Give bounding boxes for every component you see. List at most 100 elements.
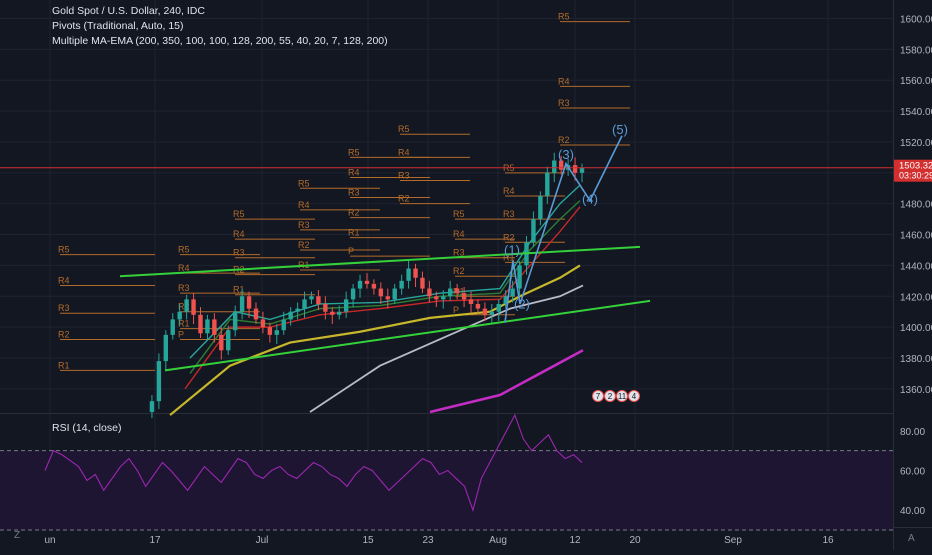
candle-body (392, 288, 397, 300)
price-tick-label: 1580.00 (900, 45, 932, 56)
event-badge-label: 11 (618, 392, 627, 401)
pivot-label: P (453, 305, 459, 315)
candle-body (552, 160, 557, 173)
price-tick-label: 1540.00 (900, 107, 932, 118)
price-tick-label: 1560.00 (900, 76, 932, 87)
pivot-label: R2 (398, 194, 410, 204)
time-tick-label: 20 (629, 535, 641, 546)
time-tick-label: 23 (422, 535, 434, 546)
candle-body (302, 299, 307, 309)
pivot-label: R3 (348, 188, 360, 198)
candle-body (357, 280, 363, 289)
rsi-indicator-label[interactable]: RSI (14, close) (52, 422, 121, 434)
candle-body (316, 296, 321, 304)
price-axis-border (893, 0, 894, 550)
wave-label: (3) (558, 147, 574, 162)
candle-body (274, 330, 279, 335)
pivot-label: R3 (558, 98, 570, 108)
corner-left-label: Z (14, 530, 20, 541)
pivot-label: R2 (558, 135, 570, 145)
candle-body (385, 296, 390, 300)
candle-body (475, 303, 481, 309)
candle-body (579, 168, 585, 173)
pivot-label: P (348, 246, 354, 256)
pivot-label: R1 (58, 360, 70, 370)
event-badge-label: 2 (608, 392, 613, 401)
candle-body (364, 280, 370, 284)
candle-body (461, 293, 467, 300)
event-badge-label: 7 (596, 392, 601, 401)
candle-body (413, 268, 418, 278)
pivot-label: R5 (453, 209, 465, 219)
time-tick-label: Aug (489, 535, 507, 546)
pivot-label: R2 (58, 329, 70, 339)
candle-body (170, 319, 175, 335)
price-tick-label: 1420.00 (900, 292, 932, 303)
price-tick-label: 1400.00 (900, 323, 932, 334)
candle-body (517, 265, 522, 289)
candle-body (232, 311, 238, 331)
candle-body (468, 299, 474, 304)
pivot-label: R4 (398, 147, 410, 157)
pivot-label: R4 (58, 275, 70, 285)
pivot-label: R1 (233, 285, 245, 295)
candle-body (337, 311, 342, 315)
pivot-label: P (178, 329, 184, 339)
event-badge-label: 4 (632, 392, 637, 401)
pivot-label: R5 (178, 245, 190, 255)
candle-body (149, 401, 155, 412)
pivot-label: R3 (298, 220, 310, 230)
price-badge-countdown: 03:30:29 (899, 171, 932, 181)
candle-body (531, 219, 536, 243)
pivot-label: R3 (58, 303, 70, 313)
pane-divider (0, 413, 893, 414)
candle-body (454, 288, 460, 294)
price-tick-label: 1520.00 (900, 138, 932, 149)
candle-body (538, 195, 543, 220)
price-chart-svg[interactable]: R5 R4 R3 R2 R1 P R5 R4 R3 R2 R1 R5 R4 R3 R2 R1 R5 R4 R3 R2 R… (0, 0, 932, 550)
time-tick-label: 12 (569, 535, 581, 546)
candle-body (378, 288, 384, 297)
candle-body (496, 303, 501, 312)
price-tick-label: 1480.00 (900, 200, 932, 211)
pivot-label: R5 (58, 245, 70, 255)
candle-body (267, 327, 273, 335)
wave-label: (5) (612, 122, 628, 137)
pivot-label: R4 (453, 229, 465, 239)
pivot-label: R4 (233, 229, 245, 239)
pivot-label: R3 (233, 248, 245, 258)
candle-body (156, 361, 162, 402)
time-tick-label: 15 (362, 535, 374, 546)
upper-trendline (119, 245, 641, 278)
corner-right-label: A (908, 533, 915, 544)
chart-area[interactable]: R5 R4 R3 R2 R1 P R5 R4 R3 R2 R1 R5 R4 R3 R2 R1 R5 R4 R3 R2 R… (0, 0, 932, 550)
time-tick-label: 16 (822, 535, 834, 546)
pivot-label: R2 (298, 240, 310, 250)
wave-label: (4) (582, 192, 598, 207)
wave-label: (2) (514, 297, 530, 312)
price-tick-label: 1600.00 (900, 15, 932, 26)
pivot-label: R5 (348, 147, 360, 157)
candle-body (288, 311, 293, 320)
time-tick-label: Jul (256, 535, 269, 546)
candle-body (260, 319, 266, 328)
candle-body (545, 172, 550, 196)
rsi-tick-label: 80.00 (900, 427, 925, 438)
candle-body (399, 280, 404, 289)
candle-body (572, 165, 578, 173)
pivot-label: R2 (453, 266, 465, 276)
pivot-label: R3 (398, 171, 410, 181)
pivot-label: R5 (558, 12, 570, 22)
pivot-label: R4 (298, 200, 310, 210)
candle-body (482, 308, 488, 315)
candle-body (406, 268, 411, 281)
candle-body (163, 334, 169, 362)
pivot-label: R5 (298, 178, 310, 188)
candle-body (184, 299, 189, 312)
candle-body (239, 296, 245, 312)
price-tick-label: 1380.00 (900, 354, 932, 365)
pivot-label: R3 (503, 209, 515, 219)
pivot-label: R4 (558, 76, 570, 86)
candle-body (330, 311, 335, 315)
candle-body (420, 277, 425, 289)
